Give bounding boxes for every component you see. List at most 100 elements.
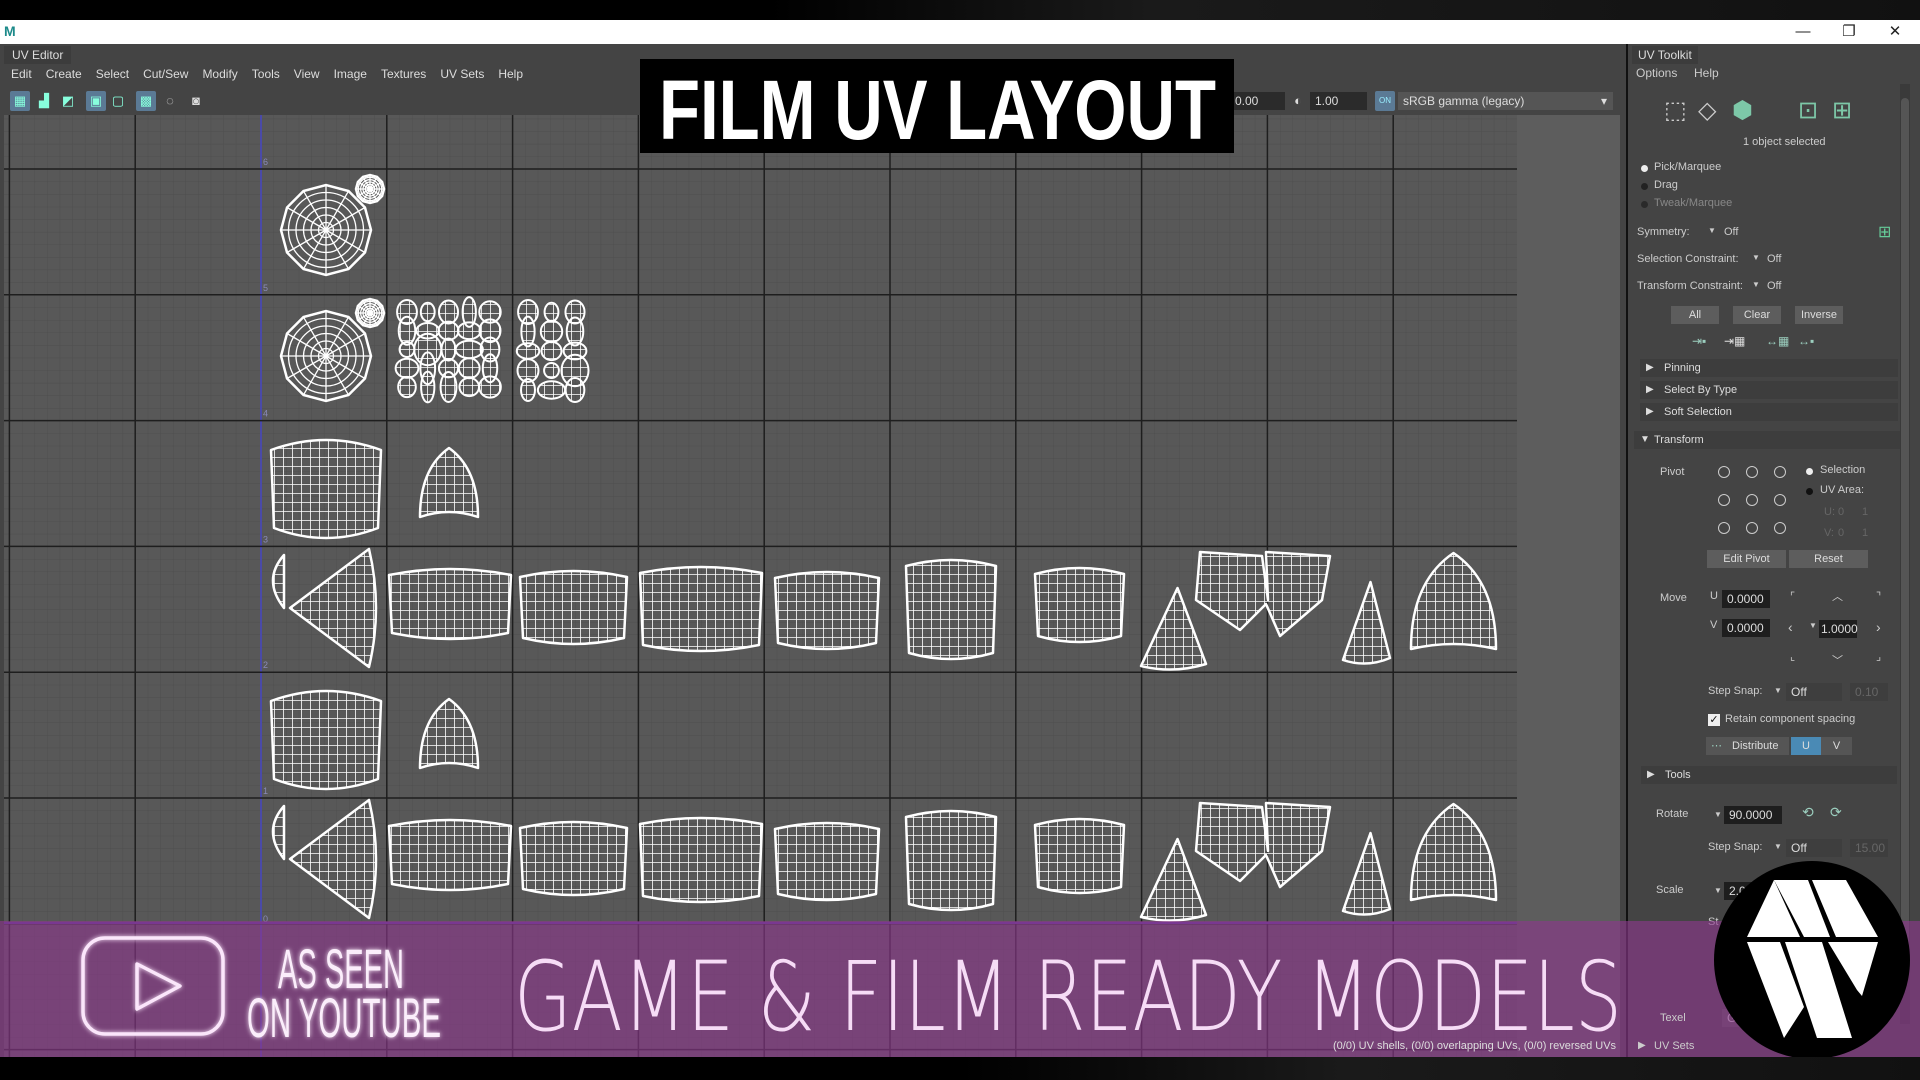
shell-center-icon[interactable]: ⊡ <box>1798 96 1818 125</box>
menu-textures[interactable]: Textures <box>374 64 433 84</box>
pivot-middle-right[interactable] <box>1774 494 1786 506</box>
transform-constraint-value[interactable]: Off <box>1767 280 1781 292</box>
radio-drag[interactable] <box>1641 183 1648 190</box>
pivot-center[interactable] <box>1746 494 1758 506</box>
chevron-down-icon[interactable]: ▼ <box>1714 810 1722 819</box>
distribute-v-button[interactable]: V <box>1821 737 1852 755</box>
inverse-button[interactable]: Inverse <box>1795 306 1843 324</box>
uv-shell-torso[interactable] <box>269 438 383 540</box>
uv-shell-panel[interactable] <box>904 558 998 661</box>
menu-create[interactable]: Create <box>39 64 89 84</box>
uv-shell-cluster[interactable] <box>515 298 590 403</box>
menu-cut-sew[interactable]: Cut/Sew <box>136 64 195 84</box>
radio-pick-marquee[interactable] <box>1641 165 1648 172</box>
snapshot-icon[interactable]: ◙ <box>186 91 206 111</box>
symmetry-icon[interactable]: ⊞ <box>1878 222 1891 242</box>
uv-shell-panel[interactable] <box>1033 566 1126 644</box>
uv-canvas[interactable]: 6543210 <box>4 115 1620 1057</box>
rotate-step-snap-dropdown[interactable]: Off <box>1786 839 1842 857</box>
uv-shell-cap[interactable] <box>354 297 386 329</box>
distribute-button[interactable]: ⋯ Distribute <box>1706 737 1789 755</box>
pivot-bottom-center[interactable] <box>1746 522 1758 534</box>
uv-shell-panel[interactable] <box>1033 817 1126 895</box>
menu-view[interactable]: View <box>287 64 327 84</box>
uv-shell-cap[interactable] <box>279 309 373 403</box>
pivot-selection-label[interactable]: Selection <box>1820 464 1865 476</box>
menu-edit[interactable]: Edit <box>4 64 39 84</box>
distribute-u-button[interactable]: U <box>1791 737 1821 755</box>
select-all-button[interactable]: All <box>1671 306 1719 324</box>
clear-button[interactable]: Clear <box>1733 306 1781 324</box>
move-up-icon[interactable]: ︿ <box>1832 588 1843 604</box>
uv-shell-panel[interactable] <box>638 565 764 653</box>
dotted-circle-icon[interactable]: ◌ <box>160 91 180 111</box>
move-up-left-icon[interactable]: ⌜ <box>1790 590 1795 603</box>
uv-shell-cap[interactable] <box>279 183 373 277</box>
pivot-top-center[interactable] <box>1746 466 1758 478</box>
menu-uv-sets[interactable]: UV Sets <box>433 64 491 84</box>
close-button[interactable]: ✕ <box>1880 22 1910 42</box>
move-down-left-icon[interactable]: ⌞ <box>1790 650 1795 663</box>
move-step-field[interactable]: 1.0000 <box>1819 620 1858 638</box>
shell-icon[interactable]: ▟ <box>34 91 54 111</box>
move-u-field[interactable]: 0.0000 <box>1722 590 1770 608</box>
section-tools[interactable]: ▶ Tools <box>1641 766 1897 784</box>
menu-image[interactable]: Image <box>327 64 374 84</box>
chevron-down-icon[interactable]: ▼ <box>1774 842 1782 851</box>
pivot-top-right[interactable] <box>1774 466 1786 478</box>
retain-spacing-checkbox[interactable]: ✓ <box>1708 714 1720 726</box>
section-pinning[interactable]: ▶ Pinning <box>1640 359 1898 377</box>
uv-shell-panel[interactable] <box>387 567 513 641</box>
mode-tweak-marquee[interactable]: Tweak/Marquee <box>1654 197 1732 209</box>
uv-viewport[interactable]: 6543210 <box>4 115 1620 1057</box>
gamma-field[interactable]: 1.00 <box>1310 92 1367 110</box>
reset-pivot-button[interactable]: Reset <box>1789 550 1868 568</box>
minimize-button[interactable]: — <box>1788 22 1818 42</box>
move-step-snap-value[interactable]: 0.10 <box>1850 683 1888 701</box>
grid-four-icon[interactable]: ⊞ <box>1832 96 1852 125</box>
shrink-region-icon[interactable]: ⇥▦ <box>1724 334 1745 348</box>
mode-drag[interactable]: Drag <box>1654 179 1678 191</box>
move-down-icon[interactable]: ﹀ <box>1832 652 1843 668</box>
color-management-toggle[interactable]: ON <box>1375 91 1395 111</box>
uv-shell-panel[interactable] <box>518 820 629 897</box>
chevron-down-icon[interactable]: ▼ <box>1774 686 1782 695</box>
rotate-ccw-icon[interactable]: ⟲ <box>1802 804 1814 821</box>
radio-pivot-selection[interactable] <box>1806 468 1813 475</box>
move-right-icon[interactable]: › <box>1876 619 1881 635</box>
chevron-down-icon[interactable]: ▼ <box>1752 253 1760 262</box>
grid-toggle-icon[interactable]: ▩ <box>136 91 156 111</box>
shell-shaded-icon[interactable]: ◩ <box>58 91 78 111</box>
uv-shell-panel[interactable] <box>773 821 881 902</box>
rotate-step-snap-value[interactable]: 15.00 <box>1850 839 1888 857</box>
pivot-bottom-right[interactable] <box>1774 522 1786 534</box>
color-space-dropdown[interactable]: sRGB gamma (legacy) ▾ <box>1398 92 1613 110</box>
section-uv-sets[interactable]: UV Sets <box>1654 1040 1694 1052</box>
move-left-icon[interactable]: ‹ <box>1788 619 1793 635</box>
exposure-field[interactable]: 0.00 <box>1230 92 1285 110</box>
contrast-icon[interactable]: ◐ <box>1288 91 1308 111</box>
move-v-field[interactable]: 0.0000 <box>1722 619 1770 637</box>
pivot-top-left[interactable] <box>1718 466 1730 478</box>
rotate-field[interactable]: 90.0000 <box>1724 806 1782 824</box>
section-transform[interactable]: ▼ Transform <box>1634 431 1902 449</box>
uv-grid-icon[interactable]: ▦ <box>10 91 30 111</box>
edit-pivot-button[interactable]: Edit Pivot <box>1707 550 1786 568</box>
move-step-snap-dropdown[interactable]: Off <box>1786 683 1842 701</box>
uv-shell-panel[interactable] <box>518 569 629 646</box>
uv-select-icon[interactable]: ⬚ <box>1664 96 1687 125</box>
uv-shell-panel[interactable] <box>638 816 764 904</box>
menu-modify[interactable]: Modify <box>195 64 244 84</box>
pivot-bottom-left[interactable] <box>1718 522 1730 534</box>
frame-alt-icon[interactable]: ▢ <box>108 91 128 111</box>
menu-tools[interactable]: Tools <box>245 64 287 84</box>
section-select-by-type[interactable]: ▶ Select By Type <box>1640 381 1898 399</box>
shrink-selection-icon[interactable]: ⇥▪ <box>1692 334 1706 348</box>
menu-help[interactable]: Help <box>491 64 530 84</box>
menu-options[interactable]: Options <box>1636 66 1677 80</box>
move-down-right-icon[interactable]: ⌟ <box>1876 650 1881 663</box>
uv-editor-tab[interactable]: UV Editor <box>4 46 72 64</box>
scrollbar-thumb[interactable] <box>1901 98 1909 968</box>
restore-button[interactable]: ❐ <box>1834 22 1864 42</box>
pivot-middle-left[interactable] <box>1718 494 1730 506</box>
